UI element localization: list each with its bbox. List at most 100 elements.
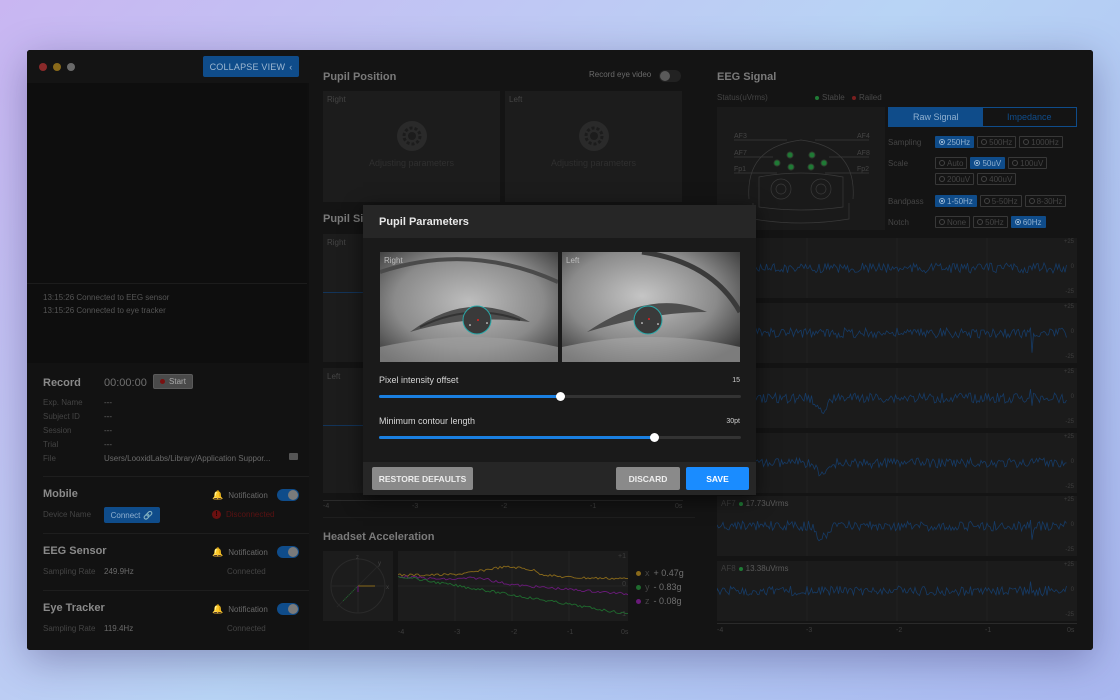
eeg-channel-row: AF7 17.73uVrms +25 0 -25 xyxy=(717,496,1077,556)
scale-200uv[interactable]: 200uV xyxy=(935,173,975,185)
slider-thumb[interactable] xyxy=(556,392,565,401)
y-tick: 0 xyxy=(1070,522,1074,528)
save-button[interactable]: SAVE xyxy=(686,467,749,490)
close-window-button[interactable] xyxy=(39,63,47,71)
y-tick: -1 xyxy=(619,611,626,618)
status-label: Status(uVrms) xyxy=(717,93,768,102)
orientation-axes: z y x xyxy=(330,555,389,614)
sampling-500hz[interactable]: 500Hz xyxy=(977,136,1017,148)
title-bar: COLLAPSE VIEW ‹ xyxy=(27,50,309,83)
collapse-view-button[interactable]: COLLAPSE VIEW ‹ xyxy=(203,56,299,77)
sampling-label: Sampling xyxy=(888,138,922,147)
bandpass-1-50hz[interactable]: 1-50Hz xyxy=(935,195,977,207)
right-label: Right xyxy=(327,238,346,247)
bell-icon: 🔔 xyxy=(212,490,224,500)
right-eye-image: Right xyxy=(380,252,558,362)
channel-name: AF8 xyxy=(721,564,736,573)
session-value: --- xyxy=(104,426,112,435)
eye-tracker-sampling-rate: 119.4Hz xyxy=(104,624,134,633)
legend-dot-x xyxy=(636,570,641,576)
eeg-notification-toggle[interactable] xyxy=(277,546,299,558)
left-eye-photo xyxy=(562,252,740,362)
restore-defaults-button[interactable]: RESTORE DEFAULTS xyxy=(372,467,473,490)
legend-dot-y xyxy=(636,584,641,590)
folder-icon[interactable] xyxy=(289,453,298,460)
bandpass-8-30hz[interactable]: 8-30Hz xyxy=(1024,195,1067,207)
subject-id-label: Subject ID xyxy=(43,412,80,421)
pupil-position-left: Left Adjusting parameters xyxy=(505,91,682,202)
bandpass-options: 1-50Hz 5-50Hz 8-30Hz xyxy=(935,195,1080,207)
right-panel: EEG Signal Status(uVrms) Stable Railed A… xyxy=(705,50,1093,650)
x-tick: -4 xyxy=(398,629,405,636)
y-tick: 0 xyxy=(622,581,626,588)
eeg-trace xyxy=(717,456,1067,477)
notch-none[interactable]: None xyxy=(935,216,971,228)
link-icon: 🔗 xyxy=(143,510,154,520)
minimize-window-button[interactable] xyxy=(53,63,61,71)
y-tick: 0 xyxy=(1070,394,1074,400)
exp-name-label: Exp. Name xyxy=(43,398,83,407)
x-tick: -1 xyxy=(985,627,992,634)
sampling-1000hz[interactable]: 1000Hz xyxy=(1019,136,1063,148)
exp-name-value: --- xyxy=(104,398,112,407)
device-name-label: Device Name xyxy=(43,510,92,519)
y-tick: +25 xyxy=(1063,434,1074,440)
mobile-status: ! Disconnected xyxy=(212,510,274,519)
tab-raw-signal[interactable]: Raw Signal xyxy=(889,108,983,126)
connect-button[interactable]: Connect 🔗 xyxy=(104,507,160,523)
right-label: Right xyxy=(384,256,403,265)
left-label: Left xyxy=(327,372,341,381)
notification-label: Notification xyxy=(228,548,268,557)
zoom-window-button[interactable] xyxy=(67,63,75,71)
channel-status-dot xyxy=(738,501,743,506)
subject-id-value: --- xyxy=(104,412,112,421)
channel-label: AF8 13.38uVrms xyxy=(721,564,789,573)
x-tick: -1 xyxy=(567,629,574,636)
y-tick: 0 xyxy=(1070,264,1074,270)
scale-400uv[interactable]: 400uV xyxy=(977,173,1017,185)
eeg-trace xyxy=(717,326,1067,353)
sampling-options: 250Hz 500Hz 1000Hz xyxy=(935,136,1080,148)
acceleration-chart: +1 0 -1 xyxy=(397,551,629,621)
record-eye-video-toggle[interactable] xyxy=(659,70,681,82)
record-timer: 00:00:00 xyxy=(104,377,147,389)
x-tick: -2 xyxy=(501,503,508,510)
bandpass-5-50hz[interactable]: 5-50Hz xyxy=(979,195,1022,207)
error-icon: ! xyxy=(212,510,221,519)
scale-50uv[interactable]: 50uV xyxy=(970,157,1006,169)
accel-x-line xyxy=(397,565,629,580)
start-record-button[interactable]: Start xyxy=(153,374,193,389)
x-tick: 0s xyxy=(621,629,629,636)
scale-auto[interactable]: Auto xyxy=(935,157,968,169)
y-tick: +25 xyxy=(1063,239,1074,245)
app-window: COLLAPSE VIEW ‹ 13:15:26 Connected to EE… xyxy=(27,50,1093,650)
pixel-intensity-value: 15 xyxy=(732,377,740,384)
gear-icon xyxy=(579,121,609,151)
eeg-signal-title: EEG Signal xyxy=(717,71,777,83)
notch-50hz[interactable]: 50Hz xyxy=(973,216,1008,228)
discard-button[interactable]: DISCARD xyxy=(616,467,680,490)
y-tick: -25 xyxy=(1065,547,1074,553)
tab-impedance[interactable]: Impedance xyxy=(983,108,1077,126)
x-tick: -1 xyxy=(590,503,597,510)
x-tick: -2 xyxy=(511,629,518,636)
pixel-intensity-slider[interactable] xyxy=(379,392,741,401)
slider-thumb[interactable] xyxy=(650,433,660,442)
eye-tracker-notification-toggle[interactable] xyxy=(277,603,299,615)
mobile-notification-toggle[interactable] xyxy=(277,489,299,501)
y-tick: -25 xyxy=(1065,289,1074,295)
sampling-250hz[interactable]: 250Hz xyxy=(935,136,975,148)
gear-icon xyxy=(397,121,427,151)
scale-100uv[interactable]: 100uV xyxy=(1008,157,1048,169)
bandpass-label: Bandpass xyxy=(888,197,924,206)
notch-options: None 50Hz 60Hz xyxy=(935,216,1080,228)
y-tick: -25 xyxy=(1065,612,1074,618)
min-contour-slider[interactable] xyxy=(379,433,741,442)
legend-axis: y xyxy=(645,582,650,592)
status-text: Disconnected xyxy=(226,510,275,519)
channel-rms: 17.73uVrms xyxy=(745,499,789,508)
notch-60hz[interactable]: 60Hz xyxy=(1010,216,1046,228)
x-axis xyxy=(717,623,1077,624)
file-label: File xyxy=(43,454,56,463)
trial-value: --- xyxy=(104,440,112,449)
